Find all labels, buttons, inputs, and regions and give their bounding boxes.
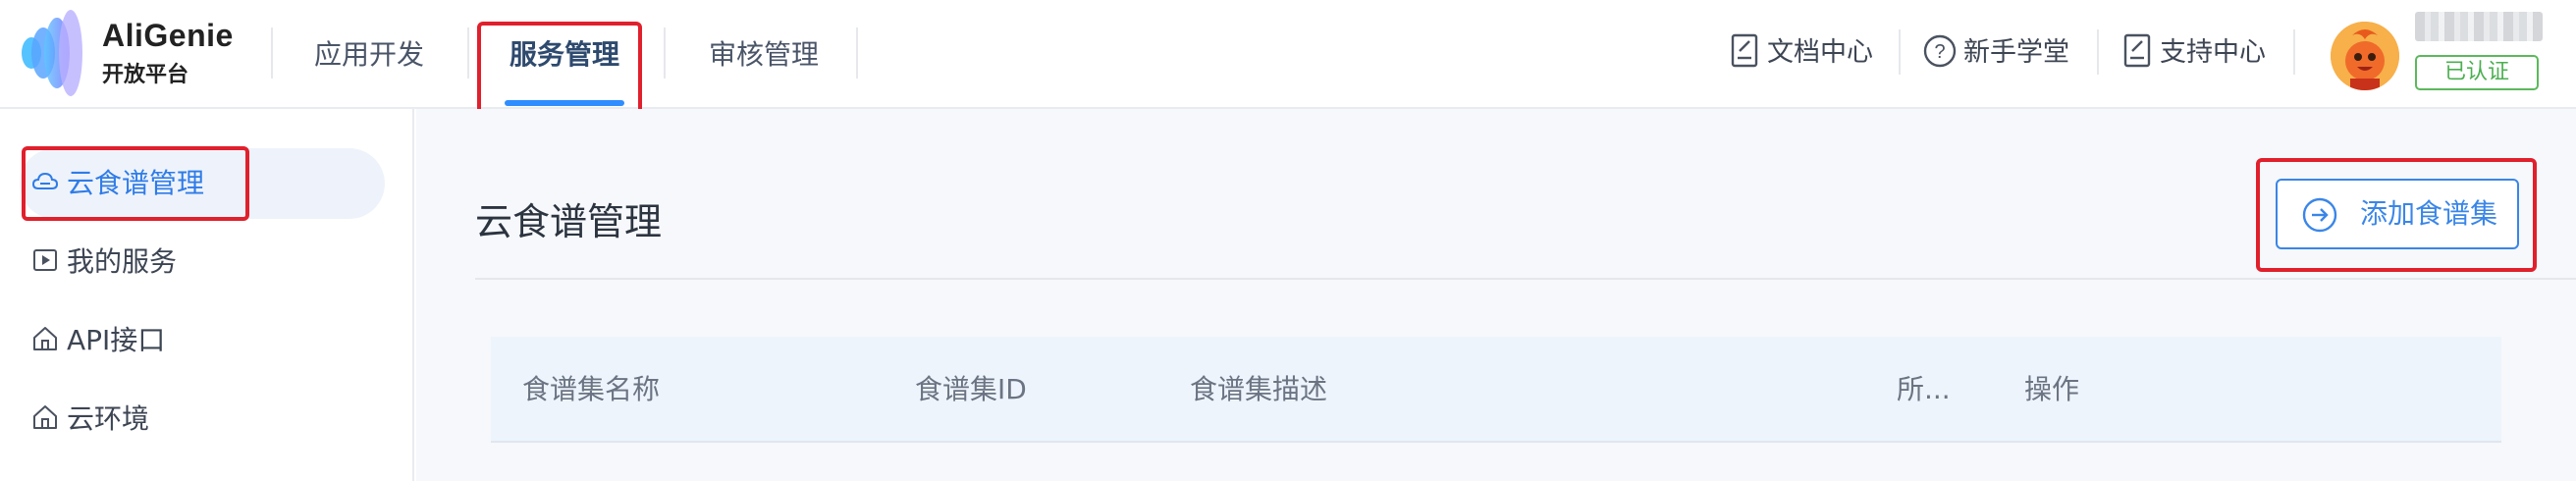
nav-divider xyxy=(467,27,469,79)
sidebar: 云食谱管理 我的服务 API接口 云环境 xyxy=(0,109,414,481)
top-header: AliGenie 开放平台 应用开发 服务管理 审核管理 文档中心 ? 新手学堂… xyxy=(0,0,2576,128)
support-doc-icon xyxy=(2123,33,2151,67)
nav-divider xyxy=(856,27,858,79)
svg-text:?: ? xyxy=(1934,41,1945,63)
sidebar-item-my-services[interactable]: 我的服务 xyxy=(20,227,385,297)
column-header-actions: 操作 xyxy=(2024,373,2080,405)
beginner-school-label: 新手学堂 xyxy=(1963,37,2069,68)
highlight-box-cloud-recipe xyxy=(22,146,249,221)
highlight-box-add-button xyxy=(2256,158,2537,272)
util-divider xyxy=(1899,29,1901,75)
sidebar-item-cloud-env[interactable]: 云环境 xyxy=(20,384,385,454)
brand-subtitle: 开放平台 xyxy=(102,63,189,87)
home-icon xyxy=(33,327,57,350)
support-center-link[interactable]: 支持中心 xyxy=(2122,33,2266,73)
avatar-character-icon xyxy=(2331,22,2399,90)
column-header-id: 食谱集ID xyxy=(915,373,1027,405)
document-icon xyxy=(1731,33,1758,67)
beginner-school-link[interactable]: ? 新手学堂 xyxy=(1922,33,2069,73)
verified-badge: 已认证 xyxy=(2415,55,2539,90)
main-content: 云食谱管理 添加食谱集 食谱集名称 食谱集ID 食谱集描述 所... 操作 xyxy=(416,109,2576,481)
username-redacted xyxy=(2415,12,2543,41)
user-avatar[interactable] xyxy=(2331,22,2399,90)
docs-center-link[interactable]: 文档中心 xyxy=(1730,33,1873,73)
help-circle-icon: ? xyxy=(1923,34,1957,67)
sidebar-item-api[interactable]: API接口 xyxy=(20,305,385,376)
sidebar-item-label: API接口 xyxy=(67,324,166,356)
sidebar-item-label: 我的服务 xyxy=(67,245,178,278)
column-header-description: 食谱集描述 xyxy=(1190,373,1328,405)
nav-divider xyxy=(664,27,666,79)
tab-review-management[interactable]: 审核管理 xyxy=(705,0,823,109)
util-divider xyxy=(2293,29,2295,75)
sidebar-item-label: 云环境 xyxy=(67,402,150,435)
tab-app-development[interactable]: 应用开发 xyxy=(310,0,428,109)
home-icon xyxy=(33,405,57,429)
table-header: 食谱集名称 食谱集ID 食谱集描述 所... 操作 xyxy=(491,337,2501,443)
util-divider xyxy=(2097,29,2099,75)
aligenie-logo[interactable] xyxy=(18,8,86,98)
title-divider xyxy=(475,278,2576,280)
support-center-label: 支持中心 xyxy=(2160,37,2266,68)
brand-name: AliGenie xyxy=(102,18,234,53)
nav-divider xyxy=(271,27,273,79)
play-square-icon xyxy=(33,249,57,271)
column-header-name: 食谱集名称 xyxy=(522,373,661,405)
page-title: 云食谱管理 xyxy=(475,200,663,243)
column-header-owner: 所... xyxy=(1897,373,1951,405)
docs-center-label: 文档中心 xyxy=(1767,37,1873,68)
